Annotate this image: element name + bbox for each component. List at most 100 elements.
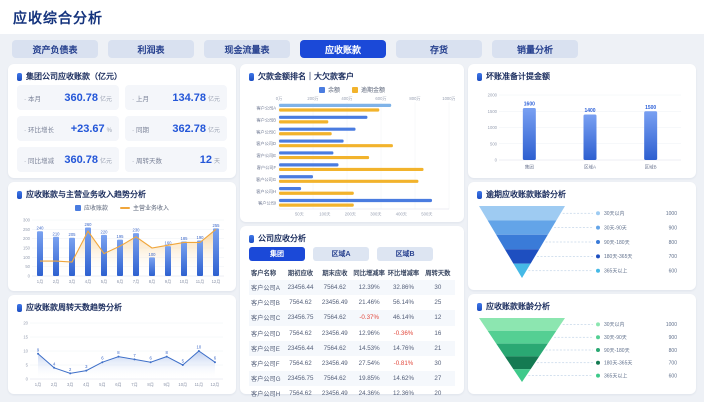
svg-text:150: 150 bbox=[23, 246, 31, 251]
panel-title: 应收账款与主营业务收入趋势分析 bbox=[17, 189, 227, 200]
svg-text:800: 800 bbox=[669, 348, 678, 354]
table-cell: 21 bbox=[421, 341, 455, 356]
svg-text:8月: 8月 bbox=[149, 279, 156, 285]
bar-swatch-icon bbox=[319, 87, 325, 93]
panel-bullet-icon bbox=[477, 303, 482, 311]
panel-title: 公司应收分析 bbox=[249, 233, 455, 244]
tab-资产负债表[interactable]: 资产负债表 bbox=[12, 40, 98, 58]
panel-kpi-summary: 集团公司应收账款（亿元） · 本月360.78亿元· 上月134.78亿元· 环… bbox=[8, 64, 236, 178]
svg-text:1500: 1500 bbox=[488, 109, 498, 114]
table-cell: 客户公司C bbox=[249, 310, 283, 325]
column-header: 期末应收 bbox=[318, 265, 352, 280]
table-cell: 7564.62 bbox=[318, 341, 352, 356]
kpi-value: 134.78 bbox=[172, 92, 206, 104]
table-row: 客户公司G23456.757564.6219.85%14.62%27 bbox=[249, 371, 455, 386]
kpi-unit: 亿元 bbox=[100, 94, 112, 103]
page-title: 应收综合分析 bbox=[13, 8, 103, 28]
svg-text:100: 100 bbox=[149, 252, 157, 257]
svg-text:5月: 5月 bbox=[99, 382, 106, 388]
svg-text:2月: 2月 bbox=[53, 279, 60, 285]
svg-text:8月: 8月 bbox=[147, 382, 154, 388]
svg-text:800: 800 bbox=[669, 240, 678, 246]
table-cell: 7564.62 bbox=[283, 386, 317, 401]
panel-title-text: 公司应收分析 bbox=[258, 233, 306, 244]
panel-title: 逾期应收账款账龄分析 bbox=[477, 189, 687, 200]
svg-text:客户公司C: 客户公司C bbox=[256, 128, 276, 135]
svg-text:0: 0 bbox=[495, 158, 498, 163]
svg-text:250: 250 bbox=[23, 227, 31, 232]
legend-item: 余额 bbox=[319, 85, 340, 94]
tab-应收账款[interactable]: 应收账款 bbox=[300, 40, 386, 58]
svg-text:3月: 3月 bbox=[69, 279, 76, 285]
svg-text:90天-180天: 90天-180天 bbox=[604, 240, 630, 246]
table-head: 客户名称期初应收期末应收同比增减率环比增减率周转天数 bbox=[249, 265, 455, 280]
svg-text:1400: 1400 bbox=[584, 108, 595, 114]
svg-text:6: 6 bbox=[149, 356, 152, 361]
svg-text:220: 220 bbox=[101, 229, 109, 234]
table-cell: 7564.62 bbox=[318, 371, 352, 386]
table-row: 客户公司E23456.447564.6214.53%14.76%21 bbox=[249, 341, 455, 356]
turnover-days-chart: 0510152094236876851061月2月3月4月5月6月7月8月9月1… bbox=[17, 316, 227, 388]
panel-turnover-days: 应收账款周转天数趋势分析 0510152094236876851061月2月3月… bbox=[8, 295, 236, 394]
svg-text:200万: 200万 bbox=[307, 96, 318, 102]
tab-存货[interactable]: 存货 bbox=[396, 40, 482, 58]
kpi-value: 12 bbox=[200, 154, 212, 166]
table-cell: -0.37% bbox=[352, 310, 386, 325]
kpi-label: · 环比增长 bbox=[24, 124, 54, 134]
tab-利润表[interactable]: 利润表 bbox=[108, 40, 194, 58]
svg-text:195: 195 bbox=[117, 234, 125, 239]
svg-text:6月: 6月 bbox=[117, 279, 124, 285]
table-row: 客户公司A23456.447564.6212.39%32.86%30 bbox=[249, 280, 455, 295]
table-cell: 32.86% bbox=[386, 280, 420, 295]
svg-text:2000: 2000 bbox=[488, 93, 498, 98]
table-cell: 23456.75 bbox=[283, 371, 317, 386]
panel-title: 应收账款账龄分析 bbox=[477, 301, 687, 312]
column-header: 客户名称 bbox=[249, 265, 283, 280]
trend-legend: 应收账款 主营业务收入 bbox=[17, 203, 227, 212]
svg-text:7月: 7月 bbox=[133, 279, 140, 285]
svg-text:6: 6 bbox=[214, 356, 217, 361]
panel-bullet-icon bbox=[477, 191, 482, 199]
legend-item: 应收账款 bbox=[75, 203, 108, 212]
table-cell: 14.62% bbox=[386, 371, 420, 386]
svg-text:2月: 2月 bbox=[51, 382, 58, 388]
svg-text:10月: 10月 bbox=[180, 279, 189, 285]
panel-receivable-table: 公司应收分析 集团区域A 区域B 客户名称期初应收期末应收同比增减率环比增减率周转… bbox=[240, 226, 464, 394]
svg-text:90天-180天: 90天-180天 bbox=[604, 348, 630, 354]
svg-text:20: 20 bbox=[23, 321, 28, 326]
svg-text:600: 600 bbox=[669, 269, 678, 275]
kpi-unit: 亿元 bbox=[208, 94, 220, 103]
svg-text:0万: 0万 bbox=[276, 96, 283, 102]
table-cell: 23456.49 bbox=[318, 295, 352, 310]
tab-现金流量表[interactable]: 现金流量表 bbox=[204, 40, 290, 58]
svg-text:700: 700 bbox=[669, 361, 678, 367]
kpi-unit: 亿元 bbox=[208, 125, 220, 134]
svg-text:10月: 10月 bbox=[178, 382, 187, 388]
svg-text:客户公司H: 客户公司H bbox=[256, 188, 276, 195]
svg-text:210: 210 bbox=[53, 231, 61, 236]
panel-aging: 应收账款账龄分析 30天以内100030天-90天90090天-180天8001… bbox=[468, 294, 696, 394]
revenue-trend-chart: 0501001502002503002402102052602201952301… bbox=[17, 213, 227, 285]
column-header: 环比增减率 bbox=[386, 265, 420, 280]
line-swatch-icon bbox=[120, 207, 130, 209]
panel-revenue-trend: 应收账款与主营业务收入趋势分析 应收账款 主营业务收入 050100150200… bbox=[8, 182, 236, 291]
svg-text:4: 4 bbox=[53, 361, 56, 366]
svg-text:255: 255 bbox=[213, 223, 221, 228]
debt-rank-chart: 0万200万400万600万800万1000万客户公司A客户公司B客户公司C客户… bbox=[249, 95, 455, 217]
svg-text:15: 15 bbox=[23, 335, 28, 340]
svg-text:300: 300 bbox=[23, 218, 31, 223]
kpi-value: 360.78 bbox=[64, 92, 98, 104]
table-cell: 23456.49 bbox=[318, 386, 352, 401]
svg-text:1月: 1月 bbox=[35, 382, 42, 388]
table-tab-区域A[interactable]: 区域A bbox=[313, 247, 369, 261]
svg-text:50: 50 bbox=[25, 264, 30, 269]
svg-text:1500: 1500 bbox=[645, 105, 656, 111]
table-tab-集团[interactable]: 集团 bbox=[249, 247, 305, 261]
table-row: 客户公司C23456.757564.62-0.37%46.14%12 bbox=[249, 310, 455, 325]
table-tab-区域B[interactable]: 区域B bbox=[377, 247, 433, 261]
tab-销量分析[interactable]: 销量分析 bbox=[492, 40, 578, 58]
table-cell: 30 bbox=[421, 356, 455, 371]
table-row: 客户公司B7564.6223456.4921.46%56.14%25 bbox=[249, 295, 455, 310]
table-cell: -0.81% bbox=[386, 356, 420, 371]
svg-text:1000: 1000 bbox=[666, 322, 677, 328]
